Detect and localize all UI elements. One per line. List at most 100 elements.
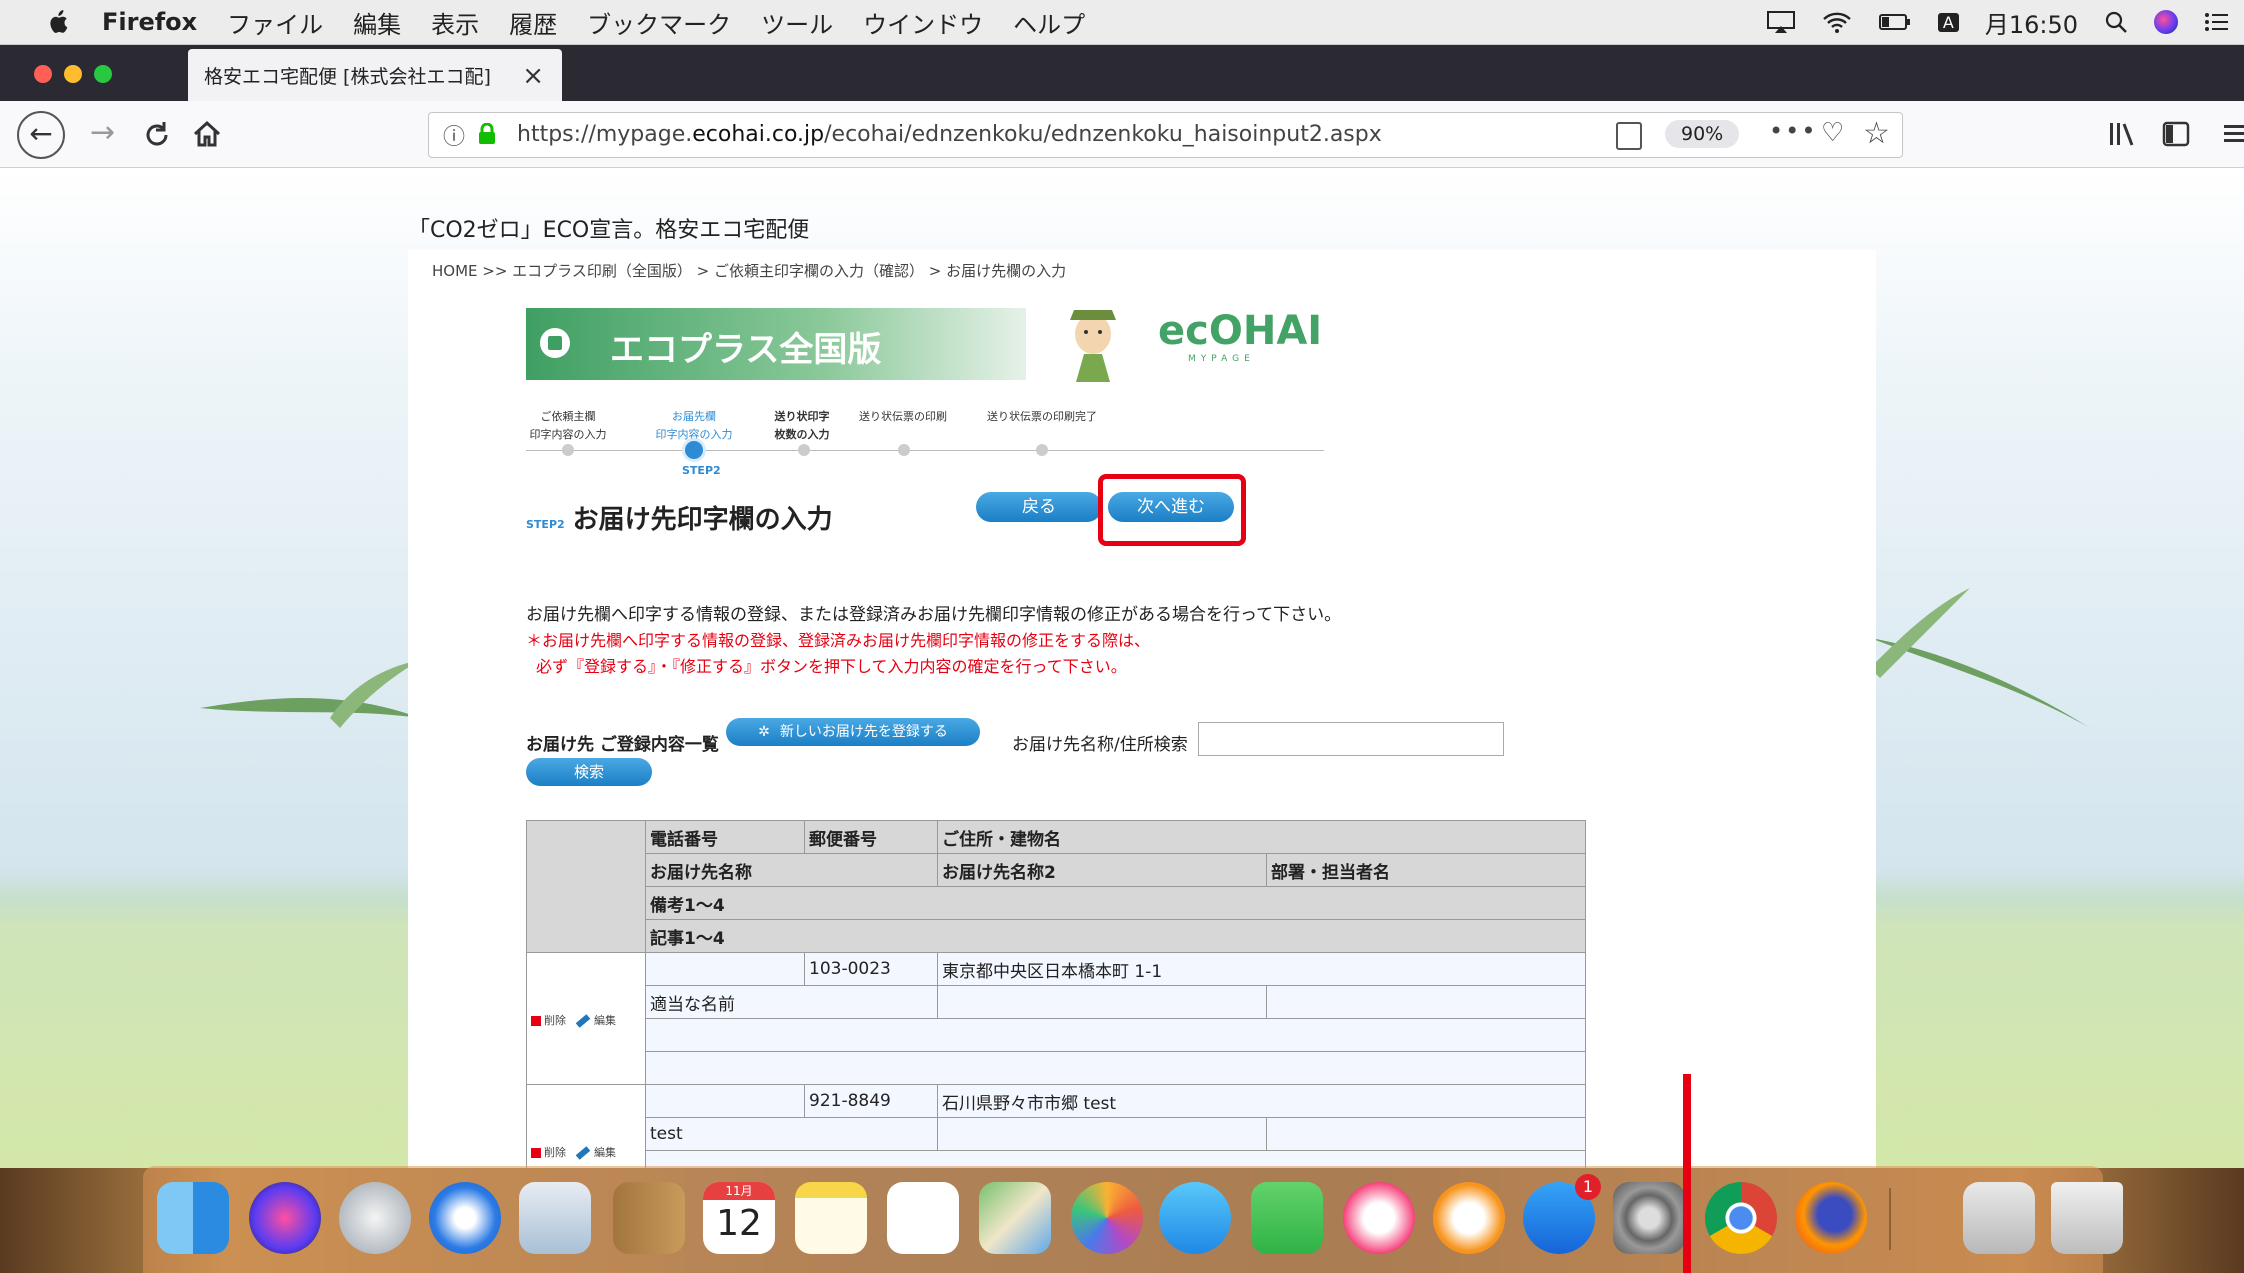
ibooks-icon[interactable]: [1433, 1182, 1505, 1254]
battery-icon[interactable]: [1878, 11, 1912, 33]
browser-tab-bar: 格安エコ宅配便 [株式会社エコ配] × +: [0, 45, 2244, 129]
finder-icon[interactable]: [157, 1182, 229, 1254]
banner-title: エコプラス全国版: [610, 330, 882, 370]
red-cursor-marker: [1683, 1074, 1691, 1273]
notes-icon[interactable]: [795, 1182, 867, 1254]
site-title: 「CO2ゼロ」ECO宣言。格安エコ宅配便: [408, 218, 810, 243]
notification-center-icon[interactable]: [2204, 11, 2230, 33]
downloads-icon[interactable]: [1963, 1182, 2035, 1254]
window-zoom-button[interactable]: [94, 65, 112, 83]
cell-phone: [645, 952, 805, 986]
delete-button[interactable]: 削除: [531, 1146, 566, 1159]
site-info-icon[interactable]: ⓘ: [443, 119, 465, 151]
edit-button[interactable]: 編集: [566, 1014, 616, 1028]
step-2-dot: [682, 438, 706, 462]
reader-view-icon[interactable]: [1616, 122, 1642, 150]
chrome-icon[interactable]: [1705, 1182, 1777, 1254]
system-preferences-icon[interactable]: [1613, 1182, 1685, 1254]
maps-icon[interactable]: [979, 1182, 1051, 1254]
address-table: 電話番号 郵便番号 ご住所・建物名 お届け先名称 お届け先名称2 部署・担当者名…: [526, 820, 1586, 1212]
cell-postal: 103-0023: [804, 952, 938, 986]
window-close-button[interactable]: [34, 65, 52, 83]
reminders-icon[interactable]: [887, 1182, 959, 1254]
wifi-icon[interactable]: [1822, 10, 1852, 34]
cell-article: [645, 1051, 1586, 1085]
input-source-indicator[interactable]: A: [1937, 12, 1959, 32]
delete-button[interactable]: 削除: [531, 1014, 566, 1027]
itunes-icon[interactable]: [1343, 1182, 1415, 1254]
cell-dept: [1266, 1117, 1586, 1151]
reload-icon[interactable]: [142, 120, 172, 150]
back-step-button[interactable]: 戻る: [976, 492, 1102, 522]
cell-name1: 適当な名前: [645, 985, 938, 1019]
register-new-address-button[interactable]: ✲ 新しいお届け先を登録する: [726, 718, 980, 746]
menubar-clock[interactable]: 月16:50: [1985, 5, 2078, 40]
current-step-label: STEP2: [682, 464, 721, 477]
cell-name1: test: [645, 1117, 938, 1151]
forward-button[interactable]: →: [90, 115, 115, 150]
back-button[interactable]: ←: [17, 111, 65, 159]
col-header-name1: お届け先名称: [645, 853, 938, 887]
hamburger-menu-icon[interactable]: [2224, 123, 2244, 145]
firefox-icon[interactable]: [1795, 1182, 1867, 1254]
calendar-icon[interactable]: 11月 12: [703, 1182, 775, 1254]
url-text[interactable]: https://mypage.ecohai.co.jp/ecohai/ednze…: [517, 122, 1382, 147]
apple-menu-icon[interactable]: [48, 10, 68, 34]
right-leaf-decoration: [1870, 588, 2090, 728]
browser-nav-bar: ← → ⓘ https://mypage.ecohai.co.jp/ecohai…: [0, 101, 2244, 168]
edit-button[interactable]: 編集: [566, 1146, 616, 1160]
search-button[interactable]: 検索: [526, 758, 652, 786]
col-header-address: ご住所・建物名: [937, 820, 1586, 854]
siri-menubar-icon[interactable]: [2154, 10, 2178, 34]
url-bar[interactable]: ⓘ https://mypage.ecohai.co.jp/ecohai/edn…: [428, 112, 1903, 158]
airplay-icon[interactable]: [1766, 10, 1796, 34]
next-button-highlight: [1098, 474, 1246, 546]
sidebar-toggle-icon[interactable]: [2162, 121, 2190, 147]
contacts-icon[interactable]: [613, 1182, 685, 1254]
photos-icon[interactable]: [1071, 1182, 1143, 1254]
page-actions-icon[interactable]: •••: [1769, 117, 1817, 145]
menu-help[interactable]: ヘルプ: [1013, 5, 1085, 40]
step-progress-line: [526, 450, 1324, 451]
pocket-icon[interactable]: ♡: [1821, 118, 1844, 148]
step-3-dot: [798, 444, 810, 456]
launchpad-icon[interactable]: [339, 1182, 411, 1254]
step-5-dot: [1036, 444, 1048, 456]
menu-firefox[interactable]: Firefox: [102, 8, 197, 36]
menu-history[interactable]: 履歴: [509, 5, 557, 40]
menu-view[interactable]: 表示: [431, 5, 479, 40]
main-panel: HOME >> エコプラス印刷（全国版） > ご依頼主印字欄の入力（確認） > …: [408, 250, 1876, 1212]
bookmark-star-icon[interactable]: ☆: [1863, 116, 1890, 151]
delete-icon: [531, 1147, 541, 1158]
browser-tab-active[interactable]: 格安エコ宅配便 [株式会社エコ配] ×: [188, 49, 562, 101]
mail-icon[interactable]: [519, 1182, 591, 1254]
menu-file[interactable]: ファイル: [227, 5, 323, 40]
home-icon[interactable]: [192, 119, 222, 149]
menu-edit[interactable]: 編集: [353, 5, 401, 40]
row-actions: 削除 編集: [526, 952, 646, 1085]
logo-subtitle: MYPAGE: [1188, 354, 1255, 364]
col-header-name2: お届け先名称2: [937, 853, 1267, 887]
step-4-label: 送り状伝票の印刷: [859, 410, 947, 423]
eco-plus-banner: エコプラス全国版: [526, 308, 1026, 380]
window-minimize-button[interactable]: [64, 65, 82, 83]
page-heading: STEP2 お届け先印字欄の入力: [526, 505, 833, 535]
calendar-month: 11月: [703, 1182, 775, 1200]
library-icon[interactable]: [2108, 121, 2138, 147]
siri-icon[interactable]: [249, 1182, 321, 1254]
breadcrumb[interactable]: HOME >> エコプラス印刷（全国版） > ご依頼主印字欄の入力（確認） > …: [432, 260, 1066, 281]
trash-icon[interactable]: [2051, 1182, 2123, 1254]
step-1-dot: [562, 444, 574, 456]
safari-icon[interactable]: [429, 1182, 501, 1254]
mascot-character-icon: [1070, 310, 1116, 382]
messages-icon[interactable]: [1159, 1182, 1231, 1254]
menu-tools[interactable]: ツール: [761, 5, 833, 40]
spotlight-search-icon[interactable]: [2104, 10, 2128, 34]
step-5-label: 送り状伝票の印刷完了: [987, 410, 1097, 423]
zoom-level-indicator[interactable]: 90%: [1665, 120, 1740, 148]
menu-bookmarks[interactable]: ブックマーク: [587, 5, 731, 40]
address-search-input[interactable]: [1198, 722, 1504, 756]
menu-window[interactable]: ウインドウ: [863, 5, 983, 40]
tab-close-icon[interactable]: ×: [522, 61, 544, 91]
facetime-icon[interactable]: [1251, 1182, 1323, 1254]
